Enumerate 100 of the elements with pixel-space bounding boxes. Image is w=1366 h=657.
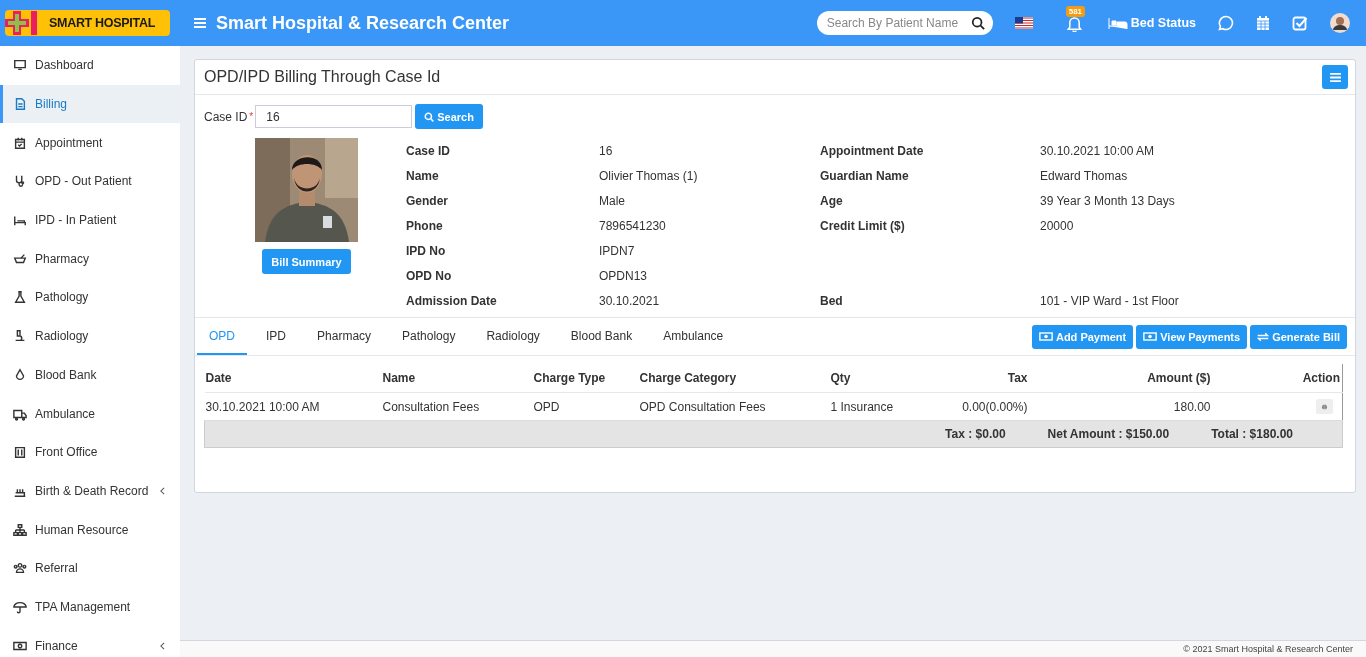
sidebar-item[interactable]: Billing	[0, 84, 180, 124]
detail-value: 16	[599, 143, 614, 158]
sidebar-item[interactable]: Pharmacy	[0, 239, 180, 279]
calendar-icon[interactable]	[1256, 15, 1270, 31]
menu-icon	[1329, 72, 1341, 82]
money-icon	[1038, 332, 1053, 341]
detail-value: 20000	[1040, 218, 1075, 233]
case-id-field[interactable]: 16	[255, 105, 413, 128]
search-icon	[424, 111, 435, 122]
sidebar-item[interactable]: OPD - Out Patient	[0, 162, 180, 201]
detail-value: 39 Year 3 Month 13 Days	[1040, 193, 1176, 208]
total-value: Net Amount : $150.00	[1047, 427, 1170, 442]
monitor-icon	[13, 58, 27, 73]
sidebar-item[interactable]: Appointment	[0, 123, 180, 163]
detail-label: Bed	[820, 293, 844, 308]
sidebar-item[interactable]: Ambulance	[0, 394, 180, 433]
table-cell: 180.00	[1027, 392, 1211, 421]
sidebar-item[interactable]: Referral	[0, 548, 180, 588]
detail-label: Phone	[406, 218, 444, 233]
building-icon	[13, 445, 27, 460]
search-icon[interactable]	[970, 16, 985, 30]
tab[interactable]: Pathology	[390, 318, 468, 355]
tab[interactable]: Pharmacy	[305, 318, 384, 355]
column-header: Charge Category	[639, 364, 831, 393]
detail-label: Appointment Date	[820, 143, 925, 158]
document-icon	[13, 97, 27, 112]
sidebar-item[interactable]: Finance	[0, 626, 180, 657]
detail-value: 30.10.2021	[599, 293, 661, 308]
tab[interactable]: IPD	[254, 318, 299, 355]
flask-icon	[13, 290, 27, 305]
app-title: Smart Hospital & Research Center	[216, 12, 510, 34]
detail-label: Credit Limit ($)	[820, 218, 906, 233]
table-cell: 1 Insurance	[830, 392, 921, 421]
sidebar-item[interactable]: Human Resource	[0, 510, 180, 549]
drop-icon	[13, 367, 27, 382]
sidebar-item[interactable]: Birth & Death Record	[0, 471, 180, 511]
tab[interactable]: Blood Bank	[558, 318, 645, 355]
detail-value: Male	[599, 193, 626, 208]
detail-value: Edward Thomas	[1040, 168, 1129, 183]
panel-title: OPD/IPD Billing Through Case Id	[204, 68, 442, 86]
bell-icon[interactable]	[1066, 14, 1082, 32]
column-header: Tax	[920, 364, 1028, 393]
total-value: Tax : $0.00	[945, 427, 1006, 442]
print-button[interactable]	[1316, 399, 1333, 415]
people-icon	[13, 561, 27, 576]
sidebar-item[interactable]: Blood Bank	[0, 355, 180, 395]
tab[interactable]: Ambulance	[651, 318, 736, 355]
avatar-icon[interactable]	[1330, 13, 1350, 33]
detail-label: OPD No	[406, 268, 453, 283]
column-header: Action	[1210, 364, 1343, 393]
table-cell: Consultation Fees	[382, 392, 534, 421]
detail-value: Olivier Thomas (1)	[599, 168, 699, 183]
column-header: Name	[382, 364, 534, 393]
bed-icon	[1107, 17, 1128, 29]
umbrella-icon	[13, 599, 27, 614]
detail-value: 101 - VIP Ward - 1st Floor	[1040, 293, 1180, 308]
logo-text: SMART HOSPITAL	[49, 16, 155, 30]
detail-label: Gender	[406, 193, 449, 208]
microscope-icon	[13, 329, 27, 344]
table-cell: OPD Consultation Fees	[639, 392, 831, 421]
notification-badge: 581	[1065, 5, 1086, 17]
sidebar-item[interactable]: IPD - In Patient	[0, 200, 180, 240]
tab[interactable]: Radiology	[474, 318, 552, 355]
detail-label: Name	[406, 168, 440, 183]
detail-value: 30.10.2021 10:00 AM	[1040, 143, 1156, 158]
money-icon	[1143, 332, 1158, 341]
sidebar-item[interactable]: Front Office	[0, 432, 180, 472]
search-field[interactable]: Search By Patient Name	[816, 11, 993, 35]
sidebar-item[interactable]: TPA Management	[0, 587, 180, 627]
table-cell: 0.00(0.00%)	[920, 392, 1028, 421]
logo[interactable]: SMART HOSPITAL	[5, 10, 170, 36]
detail-value: IPDN7	[599, 243, 636, 258]
stethoscope-icon	[13, 174, 27, 189]
detail-label: IPD No	[406, 243, 447, 258]
field-label: Case ID	[204, 109, 248, 124]
hierarchy-icon	[13, 522, 27, 537]
menu-icon[interactable]	[194, 18, 206, 28]
calendar-icon	[13, 135, 27, 150]
copyright-text: © 2021 Smart Hospital & Research Center	[1183, 644, 1353, 654]
sidebar-item[interactable]: Dashboard	[0, 46, 180, 85]
detail-label: Guardian Name	[820, 168, 910, 183]
column-header: Qty	[830, 364, 921, 393]
sidebar-item[interactable]: Radiology	[0, 316, 180, 356]
column-header: Charge Type	[533, 364, 640, 393]
checkbox-icon[interactable]	[1292, 15, 1308, 31]
detail-label: Age	[820, 193, 844, 208]
detail-label: Case ID	[406, 143, 452, 158]
menu-button[interactable]	[1322, 65, 1348, 89]
detail-value: OPDN13	[599, 268, 649, 283]
detail-label: Admission Date	[406, 293, 498, 308]
exchange-icon	[1257, 331, 1270, 342]
required-mark: *	[249, 111, 254, 122]
column-header: Amount ($)	[1027, 364, 1211, 393]
column-header: Date	[204, 364, 383, 393]
flag-icon[interactable]	[1014, 17, 1033, 29]
detail-value: 7896541230	[599, 218, 667, 233]
total-value: Total : $180.00	[1211, 427, 1293, 442]
chat-icon[interactable]	[1218, 15, 1234, 31]
sidebar-item[interactable]: Pathology	[0, 278, 180, 317]
table-cell: 30.10.2021 10:00 AM	[204, 392, 383, 421]
